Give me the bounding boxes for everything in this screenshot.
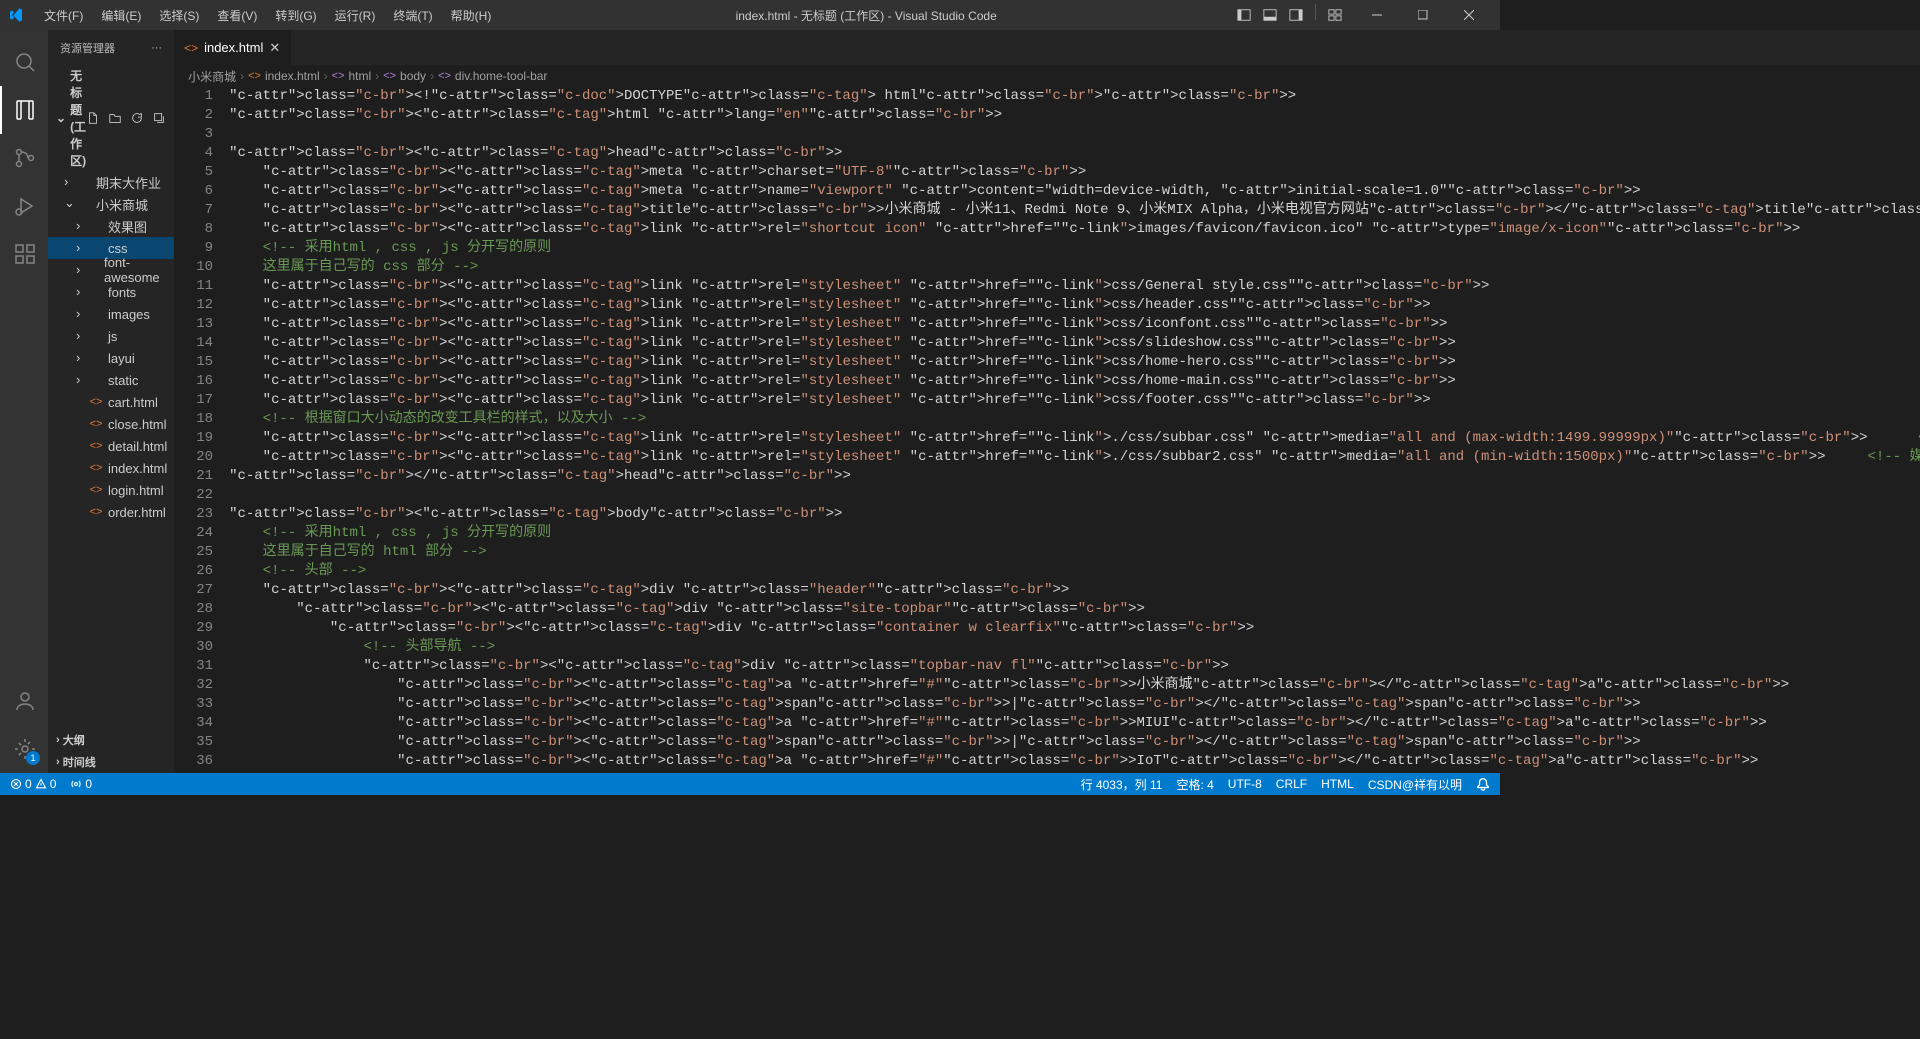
close-tab-icon[interactable]: ✕ (269, 40, 280, 56)
source-control-icon[interactable] (0, 134, 48, 182)
tab-index-html[interactable]: <> index.html ✕ (174, 30, 291, 65)
toggle-secondary-sidebar-icon[interactable] (1285, 4, 1307, 26)
status-language[interactable]: HTML (1321, 777, 1354, 791)
file-item[interactable]: <>index.html (48, 457, 174, 479)
statusbar: 0 0 0 行 4033，列 11 空格: 4 UTF-8 CRLF HTML … (0, 773, 1500, 795)
toggle-primary-sidebar-icon[interactable] (1233, 4, 1255, 26)
maximize-button[interactable] (1400, 0, 1446, 30)
folder-item[interactable]: ›效果图 (48, 215, 174, 237)
status-notifications-icon[interactable] (1476, 777, 1490, 791)
line-numbers: 1234567891011121314151617181920212223242… (174, 87, 229, 773)
menu-selection[interactable]: 选择(S) (151, 3, 207, 28)
code-content[interactable]: "c-attr">class="c-br"><!"c-attr">class="… (229, 87, 1920, 773)
file-item[interactable]: <>close.html (48, 413, 174, 435)
sidebar: 资源管理器 ··· ⌄ 无标题 (工作区) ›期末大作业⌄小米商城›效果图›cs… (48, 30, 174, 773)
file-item[interactable]: <>login.html (48, 479, 174, 501)
tag-icon: <> (383, 70, 396, 82)
tab-label: index.html (204, 40, 263, 55)
breadcrumb-item[interactable]: 小米商城 (188, 68, 236, 85)
status-port[interactable]: 0 (70, 777, 92, 791)
sidebar-title: 资源管理器 (60, 40, 115, 56)
menu-edit[interactable]: 编辑(E) (93, 3, 149, 28)
folder-item[interactable]: ›images (48, 303, 174, 325)
timeline-panel[interactable]: › 时间线 (48, 751, 174, 773)
new-file-icon[interactable] (86, 111, 100, 125)
status-errors[interactable]: 0 0 (10, 777, 56, 791)
workspace-name: 无标题 (工作区) (70, 67, 86, 169)
breadcrumb-item[interactable]: <>body (383, 69, 426, 83)
status-line-col[interactable]: 行 4033，列 11 (1081, 776, 1163, 793)
collapse-all-icon[interactable] (152, 111, 166, 125)
breadcrumb-item[interactable]: <>html (332, 69, 372, 83)
status-eol[interactable]: CRLF (1276, 777, 1307, 791)
menu-run[interactable]: 运行(R) (327, 3, 384, 28)
tag-icon: <> (438, 70, 451, 82)
breadcrumb-item[interactable]: <>index.html (248, 69, 320, 83)
menu-go[interactable]: 转到(G) (267, 3, 324, 28)
activity-bar (0, 30, 48, 773)
breadcrumb-item[interactable]: <>div.home-tool-bar (438, 69, 547, 83)
menu-bar: 文件(F) 编辑(E) 选择(S) 查看(V) 转到(G) 运行(R) 终端(T… (36, 3, 499, 28)
html-file-icon: <> (248, 70, 261, 82)
folder-item[interactable]: ›font-awesome (48, 259, 174, 281)
window-title: index.html - 无标题 (工作区) - Visual Studio C… (499, 7, 1233, 24)
chevron-down-icon: ⌄ (56, 111, 66, 125)
search-icon[interactable] (0, 38, 48, 86)
status-encoding[interactable]: UTF-8 (1228, 777, 1262, 791)
chevron-right-icon: › (56, 756, 60, 768)
status-spaces[interactable]: 空格: 4 (1176, 776, 1213, 793)
status-csdn[interactable]: CSDN@祥有以明 (1368, 776, 1462, 793)
accounts-icon[interactable] (0, 677, 48, 725)
tag-icon: <> (332, 70, 345, 82)
folder-item[interactable]: ›layui (48, 347, 174, 369)
run-debug-icon[interactable] (0, 182, 48, 230)
menu-help[interactable]: 帮助(H) (443, 3, 500, 28)
titlebar: 文件(F) 编辑(E) 选择(S) 查看(V) 转到(G) 运行(R) 终端(T… (0, 0, 1500, 30)
menu-file[interactable]: 文件(F) (36, 3, 91, 28)
close-button[interactable] (1446, 0, 1492, 30)
menu-terminal[interactable]: 终端(T) (385, 3, 440, 28)
outline-panel[interactable]: › 大纲 (48, 729, 174, 751)
new-folder-icon[interactable] (108, 111, 122, 125)
chevron-right-icon: › (56, 734, 60, 746)
settings-icon[interactable] (0, 725, 48, 773)
refresh-icon[interactable] (130, 111, 144, 125)
folder-item[interactable]: ›static (48, 369, 174, 391)
more-actions-icon[interactable]: ··· (151, 42, 162, 54)
file-tree: ›期末大作业⌄小米商城›效果图›css›font-awesome›fonts›i… (48, 171, 174, 729)
toggle-panel-icon[interactable] (1259, 4, 1281, 26)
menu-view[interactable]: 查看(V) (209, 3, 265, 28)
folder-item[interactable]: ›期末大作业 (48, 171, 174, 193)
workspace-header[interactable]: ⌄ 无标题 (工作区) (48, 65, 174, 171)
folder-item[interactable]: ›js (48, 325, 174, 347)
editor-tabs: <> index.html ✕ ··· (174, 30, 1920, 65)
sidebar-header: 资源管理器 ··· (48, 30, 174, 65)
file-item[interactable]: <>cart.html (48, 391, 174, 413)
file-item[interactable]: <>detail.html (48, 435, 174, 457)
folder-item[interactable]: ⌄小米商城 (48, 193, 174, 215)
customize-layout-icon[interactable] (1324, 4, 1346, 26)
explorer-icon[interactable] (0, 86, 48, 134)
vscode-logo (8, 7, 24, 23)
minimize-button[interactable] (1354, 0, 1400, 30)
extensions-icon[interactable] (0, 230, 48, 278)
file-item[interactable]: <>order.html (48, 501, 174, 523)
editor-area: <> index.html ✕ ··· 小米商城 › <>index.html … (174, 30, 1920, 773)
code-editor[interactable]: 1234567891011121314151617181920212223242… (174, 87, 1920, 773)
breadcrumbs: 小米商城 › <>index.html › <>html › <>body › … (174, 65, 1920, 87)
html-file-icon: <> (184, 41, 198, 55)
